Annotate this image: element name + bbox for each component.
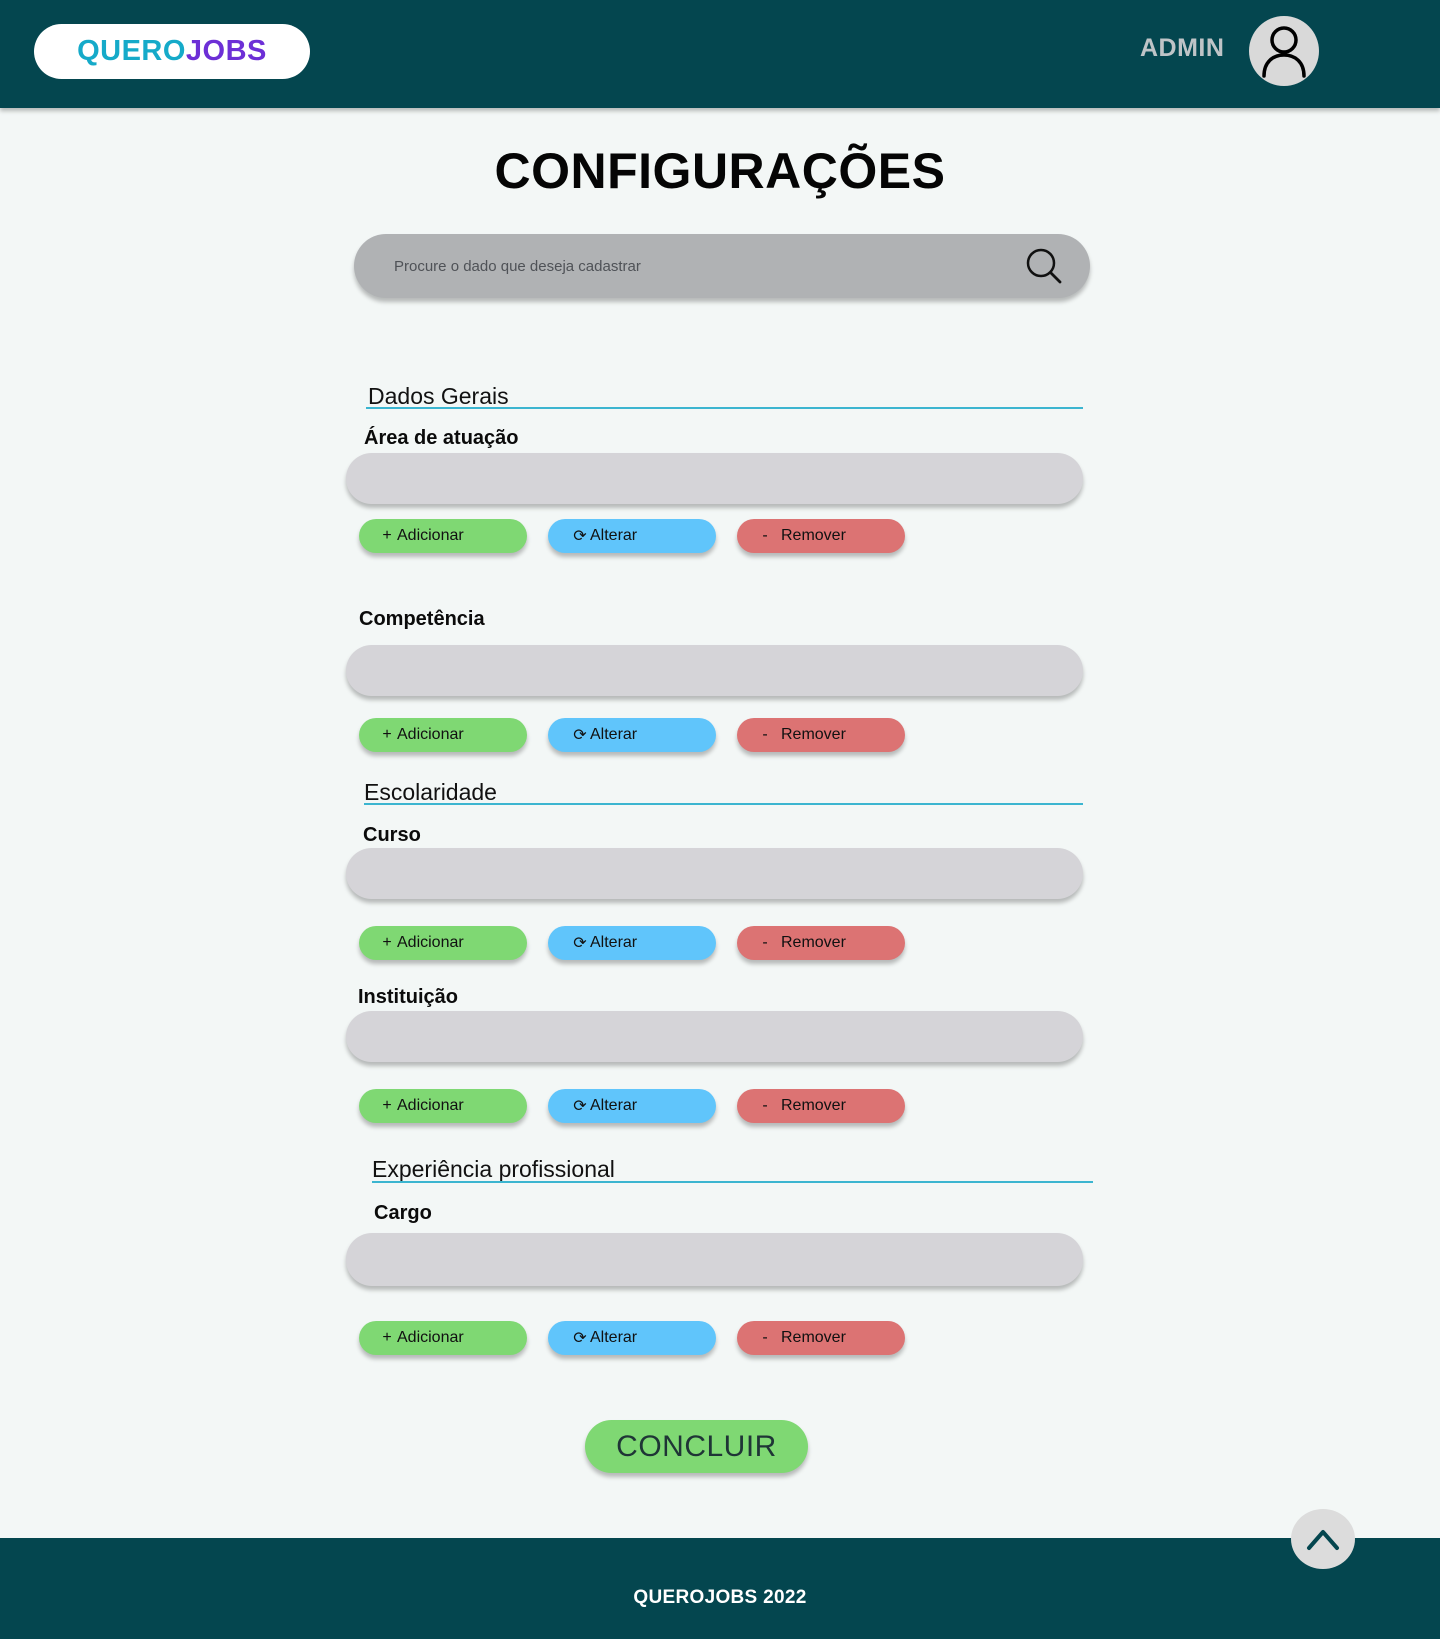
field-label-instituicao: Instituição (358, 986, 459, 1008)
plus-icon: + (382, 1097, 392, 1114)
button-label: Remover (781, 1329, 846, 1346)
curso-add-button[interactable]: + Adicionar (359, 926, 527, 960)
curso-remove-button[interactable]: - Remover (737, 926, 905, 960)
button-label: Alterar (590, 934, 638, 951)
area-atuacao-alter-button[interactable]: ⟳ Alterar (548, 519, 716, 553)
button-label: Adicionar (397, 934, 464, 951)
button-label: Alterar (590, 1329, 638, 1346)
area-atuacao-actions: + Adicionar ⟳ Alterar - Remover (359, 519, 919, 553)
footer: QUEROJOBS 2022 (0, 1538, 1440, 1639)
plus-icon: + (382, 1329, 392, 1346)
cargo-alter-button[interactable]: ⟳ Alterar (548, 1321, 716, 1355)
section-divider (366, 407, 1083, 409)
logo[interactable]: QUERO JOBS (34, 24, 310, 79)
search-input[interactable] (394, 252, 994, 280)
logo-text-quero: QUERO (77, 35, 186, 67)
user-icon (1262, 26, 1306, 78)
cargo-remove-button[interactable]: - Remover (737, 1321, 905, 1355)
page-title: CONFIGURAÇÕES (494, 143, 946, 199)
button-label: Alterar (590, 527, 638, 544)
instituicao-remove-button[interactable]: - Remover (737, 1089, 905, 1123)
instituicao-alter-button[interactable]: ⟳ Alterar (548, 1089, 716, 1123)
chevron-up-icon (1307, 1530, 1339, 1550)
cargo-input[interactable] (346, 1233, 1083, 1286)
button-label: Remover (781, 527, 846, 544)
refresh-icon: ⟳ (573, 935, 587, 952)
minus-icon: - (762, 1329, 768, 1346)
button-label: Adicionar (397, 1097, 464, 1114)
top-bar: QUERO JOBS ADMIN (0, 0, 1440, 108)
footer-text: QUEROJOBS 2022 (633, 1587, 807, 1608)
button-label: Adicionar (397, 527, 464, 544)
minus-icon: - (762, 1097, 768, 1114)
minus-icon: - (762, 527, 768, 544)
button-label: Remover (781, 726, 846, 743)
competencia-alter-button[interactable]: ⟳ Alterar (548, 718, 716, 752)
section-title-escolaridade: Escolaridade (364, 779, 497, 805)
refresh-icon: ⟳ (573, 1098, 587, 1115)
section-title-experiencia-profissional: Experiência profissional (372, 1156, 615, 1182)
plus-icon: + (382, 726, 392, 743)
button-label: Remover (781, 1097, 846, 1114)
area-atuacao-add-button[interactable]: + Adicionar (359, 519, 527, 553)
curso-alter-button[interactable]: ⟳ Alterar (548, 926, 716, 960)
cargo-actions: + Adicionar ⟳ Alterar - Remover (359, 1321, 919, 1355)
field-label-cargo: Cargo (374, 1202, 432, 1224)
curso-actions: + Adicionar ⟳ Alterar - Remover (359, 926, 919, 960)
curso-input[interactable] (346, 848, 1083, 899)
button-label: Alterar (590, 1097, 638, 1114)
logo-text-jobs: JOBS (185, 35, 267, 67)
competencia-actions: + Adicionar ⟳ Alterar - Remover (359, 718, 919, 752)
minus-icon: - (762, 726, 768, 743)
user-role-label: ADMIN (1140, 34, 1225, 62)
refresh-icon: ⟳ (573, 727, 587, 744)
plus-icon: + (382, 934, 392, 951)
field-label-area-atuacao: Área de atuação (364, 427, 519, 449)
section-divider (372, 1181, 1093, 1183)
area-atuacao-input[interactable] (346, 453, 1083, 504)
field-label-curso: Curso (363, 824, 421, 846)
refresh-icon: ⟳ (573, 1330, 587, 1347)
instituicao-add-button[interactable]: + Adicionar (359, 1089, 527, 1123)
button-label: Adicionar (397, 1329, 464, 1346)
instituicao-actions: + Adicionar ⟳ Alterar - Remover (359, 1089, 919, 1123)
instituicao-input[interactable] (346, 1011, 1083, 1062)
conclude-button[interactable]: CONCLUIR (585, 1420, 808, 1473)
field-label-competencia: Competência (359, 608, 485, 630)
button-label: Adicionar (397, 726, 464, 743)
minus-icon: - (762, 934, 768, 951)
refresh-icon: ⟳ (573, 528, 587, 545)
scroll-to-top-button[interactable] (1291, 1509, 1355, 1569)
button-label: Remover (781, 934, 846, 951)
competencia-input[interactable] (346, 645, 1083, 696)
competencia-add-button[interactable]: + Adicionar (359, 718, 527, 752)
search-bar (354, 234, 1090, 298)
competencia-remove-button[interactable]: - Remover (737, 718, 905, 752)
cargo-add-button[interactable]: + Adicionar (359, 1321, 527, 1355)
button-label: Alterar (590, 726, 638, 743)
user-avatar-button[interactable] (1249, 16, 1319, 86)
section-title-dados-gerais: Dados Gerais (368, 383, 509, 409)
plus-icon: + (382, 527, 392, 544)
section-divider (364, 803, 1083, 805)
search-icon[interactable] (1024, 246, 1064, 286)
area-atuacao-remove-button[interactable]: - Remover (737, 519, 905, 553)
